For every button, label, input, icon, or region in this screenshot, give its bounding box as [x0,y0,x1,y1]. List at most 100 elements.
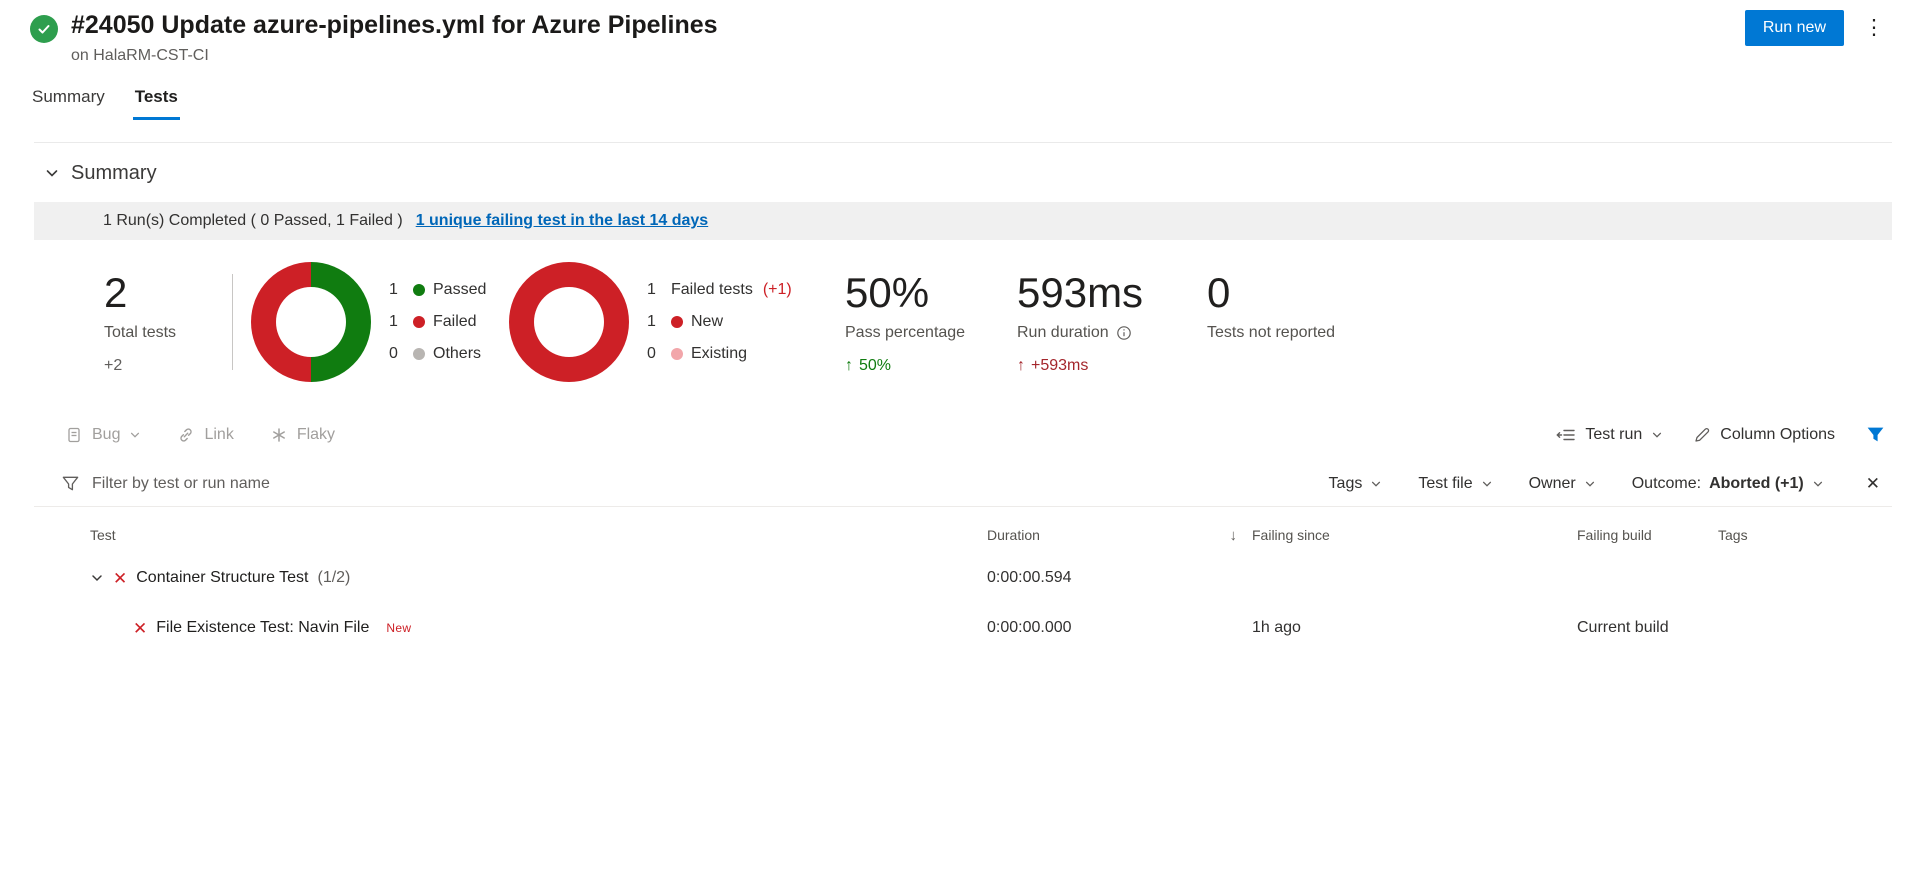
run-duration-trend-value: +593ms [1031,357,1088,375]
table-row-file-existence-test[interactable]: ✕ File Existence Test: Navin File New 0:… [0,603,1926,653]
passed-dot-icon [413,284,425,296]
summary-section-title: Summary [71,162,157,185]
failed-test-x-icon: ✕ [113,570,127,587]
others-dot-icon [413,348,425,360]
chevron-down-icon [44,165,60,181]
results-toolbar: Bug Link Flaky Test run [65,424,1886,445]
link-button-label: Link [204,426,233,444]
column-options-label: Column Options [1720,426,1835,444]
column-options-button[interactable]: Column Options [1693,426,1835,444]
new-dot-icon [671,316,683,328]
tags-filter-dropdown[interactable]: Tags [1329,475,1383,493]
run-duration-card: 593ms Run duration ↑ +593ms [1017,270,1207,375]
outcome-donut-chart [251,262,371,382]
failed-count: 1 [389,313,405,331]
bug-icon [65,426,83,444]
trend-up-icon: ↑ [845,357,853,375]
column-header-tags[interactable]: Tags [1718,527,1926,543]
donut-hole [276,287,346,357]
passed-label: Passed [433,281,486,299]
new-count: 1 [647,313,663,331]
summary-section-toggle[interactable]: Summary [44,157,1892,189]
legend-item-existing: 0 Existing [647,338,845,370]
not-reported-value: 0 [1207,270,1335,315]
stats-divider [232,274,233,370]
unique-failing-tests-link[interactable]: 1 unique failing test in the last 14 day… [416,212,709,230]
kebab-icon: ⋮ [1864,16,1885,39]
summary-stats-row: 2 Total tests +2 1 Passed 1 Failed 0 Oth… [104,270,1892,382]
owner-filter-dropdown[interactable]: Owner [1529,475,1596,493]
group-by-label: Test run [1585,426,1642,444]
build-header: #24050 Update azure-pipelines.yml for Az… [0,0,1926,65]
filter-funnel-icon [61,474,80,493]
run-new-button[interactable]: Run new [1745,10,1844,46]
grid-header-row: Test Duration ↓ Failing since Failing bu… [0,517,1926,553]
test-file-filter-dropdown[interactable]: Test file [1418,475,1492,493]
run-duration-value: 593ms [1017,270,1207,315]
pass-percentage-trend-value: 50% [859,357,891,375]
flaky-button[interactable]: Flaky [270,426,335,444]
build-success-icon [30,15,58,43]
row-expand-chevron-icon[interactable] [90,571,104,585]
column-header-failing-build[interactable]: Failing build [1577,527,1718,543]
sort-descending-icon[interactable]: ↓ [1230,527,1238,544]
link-button[interactable]: Link [177,426,233,444]
test-results-grid: Test Duration ↓ Failing since Failing bu… [0,517,1926,653]
outcome-filter-label: Outcome: [1632,475,1701,493]
owner-filter-label: Owner [1529,475,1576,493]
failed-tests-donut-chart [509,262,629,382]
bug-button[interactable]: Bug [65,426,141,444]
others-count: 0 [389,345,405,363]
new-label: New [691,313,723,331]
chevron-down-icon [1651,429,1663,441]
link-icon [177,426,195,444]
tags-filter-label: Tags [1329,475,1363,493]
column-header-duration[interactable]: Duration ↓ [987,527,1252,544]
donut-hole [534,287,604,357]
cell-failing-build: Current build [1577,619,1718,637]
failed-label: Failed [433,313,477,331]
close-icon: ✕ [1866,474,1880,493]
legend-item-new: 1 New [647,306,845,338]
filter-toggle-button[interactable] [1865,424,1886,445]
test-pass-ratio: (1/2) [317,569,350,587]
passed-count: 1 [389,281,405,299]
group-by-icon [1556,426,1576,444]
chevron-down-icon [1812,478,1824,490]
filter-bar: Tags Test file Owner Outcome: Aborted (+… [34,461,1892,507]
outcome-filter-dropdown[interactable]: Outcome: Aborted (+1) [1632,475,1824,493]
filter-input[interactable] [92,475,512,493]
tab-summary[interactable]: Summary [30,85,107,120]
outcome-legend: 1 Passed 1 Failed 0 Others [389,274,509,370]
existing-label: Existing [691,345,747,363]
legend-item-failed-tests: 1 Failed tests (+1) [647,274,845,306]
pass-percentage-label: Pass percentage [845,324,1017,342]
group-by-test-run-button[interactable]: Test run [1556,426,1663,444]
test-name: File Existence Test: Navin File [156,619,369,637]
column-options-icon [1693,426,1711,444]
failed-tests-label: Failed tests [671,281,753,299]
column-header-failing-since[interactable]: Failing since [1252,527,1577,543]
tab-tests[interactable]: Tests [133,85,180,120]
failed-tests-legend: 1 Failed tests (+1) 1 New 0 Existing [647,274,845,370]
tab-summary-label: Summary [32,87,105,106]
chevron-down-icon [1584,478,1596,490]
clear-filter-button[interactable]: ✕ [1866,474,1880,494]
cell-duration: 0:00:00.594 [987,569,1252,587]
total-tests-delta: +2 [104,357,232,375]
outcome-filter-value: Aborted (+1) [1709,475,1804,493]
existing-count: 0 [647,345,663,363]
column-header-test[interactable]: Test [0,527,987,543]
legend-item-passed: 1 Passed [389,274,509,306]
not-reported-label: Tests not reported [1207,324,1335,342]
table-row-container-structure-test[interactable]: ✕ Container Structure Test (1/2) 0:00:00… [0,553,1926,603]
tab-tests-label: Tests [135,87,178,106]
total-tests-label: Total tests [104,324,232,342]
run-duration-trend: ↑ +593ms [1017,357,1207,375]
pass-percentage-trend: ↑ 50% [845,357,1017,375]
duration-header-label: Duration [987,527,1040,543]
legend-item-others: 0 Others [389,338,509,370]
more-options-button[interactable]: ⋮ [1856,10,1892,46]
info-icon[interactable] [1116,325,1132,341]
test-file-filter-label: Test file [1418,475,1472,493]
